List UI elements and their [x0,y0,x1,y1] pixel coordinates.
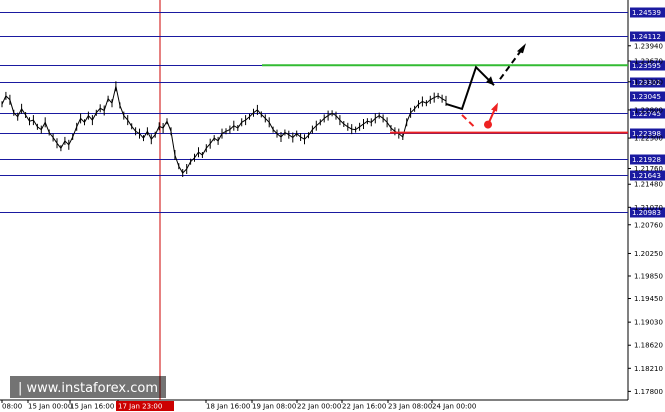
plot-area [0,0,628,400]
level-label-0: 1.24539 [632,9,661,17]
y-tick-label-14: 1.18210 [634,365,663,373]
y-tick-label-5: 1.21760 [634,165,663,173]
watermark-text: | www.instaforex.com [18,381,158,396]
x-tick-label-8: 23 Jan 08:00 [388,403,432,411]
y-tick-label-15: 1.17800 [634,388,663,396]
y-tick-label-12: 1.19030 [634,319,663,327]
x-tick-label-6: 22 Jan 00:00 [297,403,341,411]
y-tick-label-0: 1.23940 [634,42,663,50]
y-tick-label-3: 1.22800 [634,106,663,114]
current-price-label: 1.23045 [632,93,661,101]
x-tick-label-4: 18 Jan 16:00 [206,403,250,411]
y-tick-label-10: 1.19850 [634,272,663,280]
x-tick-label-0: 08:00 [2,403,22,411]
y-tick-label-7: 1.21070 [634,204,663,212]
y-tick-label-13: 1.18620 [634,342,663,350]
y-tick-label-8: 1.20760 [634,221,663,229]
y-tick-label-6: 1.21480 [634,181,663,189]
y-tick-label-4: 1.22300 [634,135,663,143]
x-tick-label-2: 15 Jan 16:00 [70,403,114,411]
level-label-7: 1.21643 [632,172,661,180]
x-tick-label-3: 17 Jan 23:00 [118,403,162,411]
y-tick-label-1: 1.23670 [634,57,663,65]
x-tick-label-1: 15 Jan 00:00 [28,403,72,411]
y-tick-label-9: 1.20250 [634,250,663,258]
chart-svg: 1.245391.241121.235951.233021.227451.223… [0,0,665,411]
y-tick-label-2: 1.23300 [634,78,663,86]
x-tick-label-5: 19 Jan 08:00 [252,403,296,411]
y-tick-label-11: 1.19450 [634,295,663,303]
level-label-1: 1.24112 [632,33,661,41]
x-tick-label-9: 24 Jan 00:00 [432,403,476,411]
chart: 1.24539 1.24112 1.23595 1.23302 1.22745 1.223… [0,0,665,412]
level-label-6: 1.21928 [632,156,661,164]
x-tick-label-7: 22 Jan 16:00 [342,403,386,411]
